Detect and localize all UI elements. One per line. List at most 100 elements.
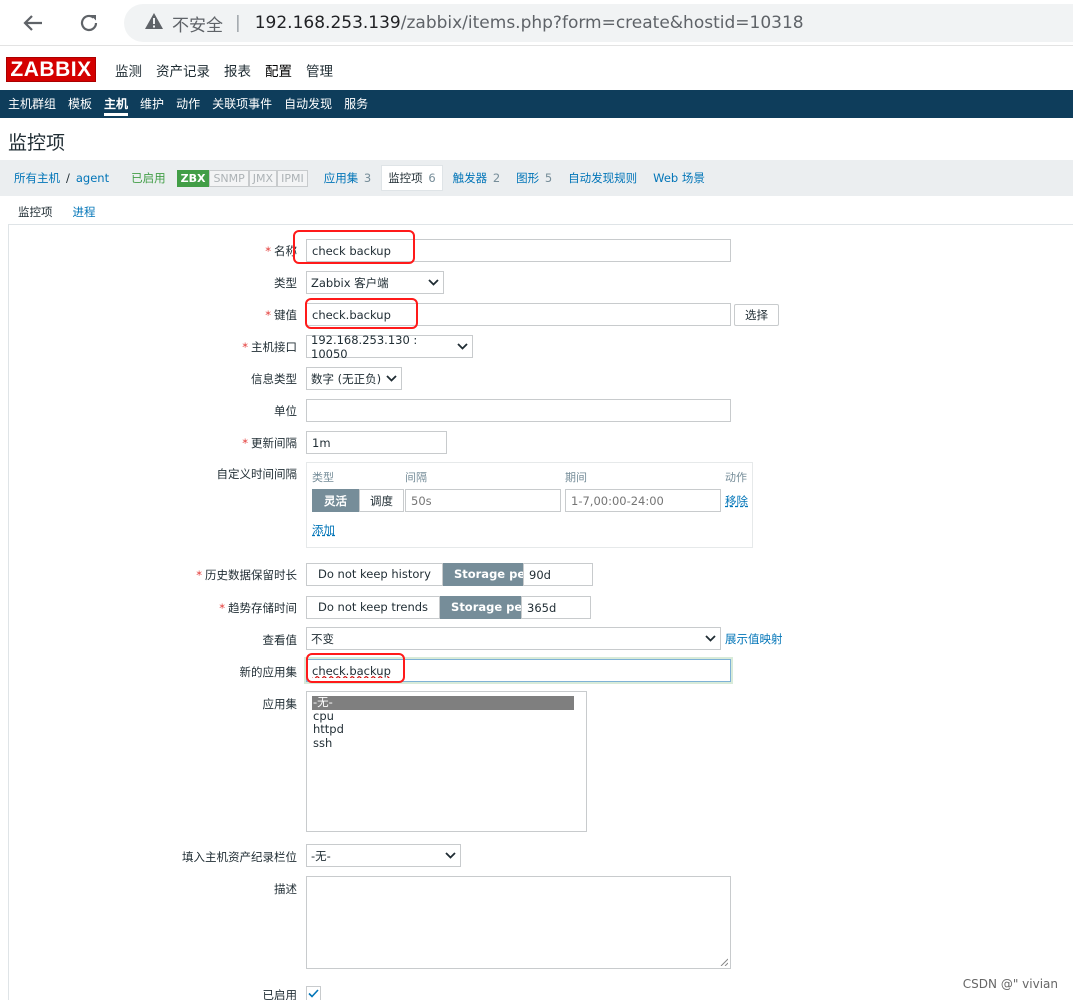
host-nav-label: Web 场景 — [653, 171, 705, 185]
inventory-value: -无- — [311, 848, 331, 863]
host-nav-label: 图形 — [516, 171, 540, 185]
subnav-actions[interactable]: 动作 — [170, 90, 206, 118]
type-select[interactable]: Zabbix 客户端 — [306, 271, 444, 294]
subnav-services[interactable]: 服务 — [338, 90, 374, 118]
required-mark: * — [219, 601, 225, 615]
menu-monitoring[interactable]: 监测 — [108, 60, 149, 80]
interface-value: 192.168.253.130 : 10050 — [311, 332, 418, 361]
application-option[interactable]: httpd — [312, 722, 574, 737]
inventory-select[interactable]: -无- — [306, 844, 461, 867]
menu-inventory[interactable]: 资产记录 — [149, 60, 217, 80]
host-nav-label: 监控项 — [388, 171, 423, 185]
checkmark-icon — [308, 989, 319, 998]
breadcrumb-host[interactable]: agent — [76, 171, 109, 185]
address-separator: | — [235, 13, 241, 33]
history-no-keep-option[interactable]: Do not keep history — [306, 563, 443, 586]
ci-period-input[interactable] — [565, 489, 721, 512]
history-label: * 历史数据保留时长 — [196, 567, 297, 583]
page-title: 监控项 — [8, 132, 66, 154]
valuemap-value: 不变 — [311, 631, 334, 646]
type-label: 类型 — [274, 276, 297, 290]
application-option[interactable]: ssh — [312, 736, 574, 751]
required-mark: * — [242, 436, 248, 450]
ci-add-link[interactable]: 添加 — [312, 522, 335, 538]
subnav-correlation[interactable]: 关联项事件 — [206, 90, 278, 118]
application-option[interactable]: cpu — [312, 709, 574, 724]
inventory-label: 填入主机资产纪录栏位 — [182, 850, 297, 864]
host-nav-triggers[interactable]: 触发器 2 — [453, 170, 500, 186]
interface-label: * 主机接口 — [242, 339, 297, 355]
enabled-label: 已启用 — [262, 988, 298, 1000]
chevron-down-icon — [386, 372, 397, 385]
host-nav-label: 应用集 — [323, 171, 359, 185]
history-period-input[interactable] — [523, 563, 593, 586]
badge-ipmi: IPMI — [277, 169, 308, 187]
subnav-templates[interactable]: 模板 — [62, 90, 98, 118]
name-input[interactable] — [306, 239, 731, 262]
applications-label: 应用集 — [262, 697, 298, 711]
valuemap-select[interactable]: 不变 — [306, 627, 721, 650]
interface-select[interactable]: 192.168.253.130 : 10050 — [306, 332, 473, 361]
back-arrow-icon — [23, 15, 42, 31]
reload-icon — [80, 14, 98, 32]
key-input[interactable] — [306, 303, 731, 326]
address-bar[interactable]: 不安全 | 192.168.253.139/zabbix/items.php?f… — [124, 4, 1073, 42]
trends-no-keep-option[interactable]: Do not keep trends — [306, 596, 441, 619]
subnav-discovery[interactable]: 自动发现 — [278, 90, 338, 118]
host-nav-web[interactable]: Web 场景 — [653, 170, 705, 186]
host-nav-count: 2 — [492, 171, 501, 185]
ci-remove-link[interactable]: 移除 — [725, 493, 748, 509]
applications-listbox[interactable]: -无- cpu httpd ssh — [306, 691, 587, 832]
subnav-host-groups[interactable]: 主机群组 — [2, 90, 62, 118]
new-application-input[interactable] — [306, 659, 731, 682]
application-option[interactable]: -无- — [312, 695, 574, 710]
menu-reports[interactable]: 报表 — [217, 60, 258, 80]
host-nav-applications[interactable]: 应用集 3 — [324, 170, 371, 186]
breadcrumb-all-hosts[interactable]: 所有主机 — [14, 170, 60, 186]
ci-col-interval: 间隔 — [405, 471, 427, 484]
required-mark: * — [265, 244, 271, 258]
trends-period-input[interactable] — [521, 596, 591, 619]
menu-administration[interactable]: 管理 — [299, 60, 340, 80]
host-nav-count: 6 — [428, 171, 436, 185]
name-label-text: 名称 — [274, 244, 297, 258]
menu-configuration[interactable]: 配置 — [258, 60, 299, 80]
subnav-maintenance[interactable]: 维护 — [134, 90, 170, 118]
info-type-select[interactable]: 数字 (无正负) — [306, 367, 402, 390]
zabbix-logo[interactable]: ZABBIX — [6, 57, 96, 82]
host-nav-label: 自动发现规则 — [568, 171, 638, 185]
show-value-mappings-link[interactable]: 展示值映射 — [725, 631, 783, 647]
badge-jmx: JMX — [248, 169, 278, 187]
info-type-label: 信息类型 — [251, 372, 297, 386]
description-textarea[interactable] — [306, 876, 731, 969]
ci-flexible-option[interactable]: 灵活 — [312, 489, 359, 512]
chevron-down-icon — [457, 340, 468, 353]
reload-button[interactable] — [74, 8, 104, 38]
back-button[interactable] — [18, 8, 48, 38]
enabled-checkbox[interactable] — [306, 986, 321, 1000]
units-input[interactable] — [306, 399, 731, 422]
subnav-hosts[interactable]: 主机 — [98, 90, 134, 118]
host-nav-graphs[interactable]: 图形 5 — [516, 170, 552, 186]
update-interval-label-text: 更新间隔 — [251, 436, 297, 450]
sub-navigation: 主机群组 模板 主机 维护 动作 关联项事件 自动发现 服务 — [0, 90, 1073, 118]
ci-interval-input[interactable] — [405, 489, 561, 512]
required-mark: * — [196, 568, 202, 582]
host-nav-label: 触发器 — [452, 171, 488, 185]
key-select-button[interactable]: 选择 — [734, 304, 779, 326]
host-nav-items[interactable]: 监控项 6 — [381, 165, 443, 191]
host-nav-discovery[interactable]: 自动发现规则 — [568, 170, 637, 186]
host-status[interactable]: 已启用 — [131, 170, 166, 186]
history-label-text: 历史数据保留时长 — [205, 568, 297, 582]
info-type-value: 数字 (无正负) — [311, 371, 382, 386]
main-menu: 监测 资产记录 报表 配置 管理 — [108, 60, 340, 80]
chevron-down-icon — [445, 849, 456, 862]
ci-col-action: 动作 — [725, 471, 747, 484]
ci-scheduling-option[interactable]: 调度 — [359, 489, 404, 512]
update-interval-input[interactable] — [306, 431, 447, 454]
chevron-down-icon — [428, 276, 439, 289]
host-nav-count: 5 — [544, 171, 553, 185]
custom-intervals-label: 自定义时间间隔 — [216, 467, 298, 481]
badge-zbx: ZBX — [176, 169, 210, 187]
resize-handle-icon[interactable] — [720, 958, 728, 966]
